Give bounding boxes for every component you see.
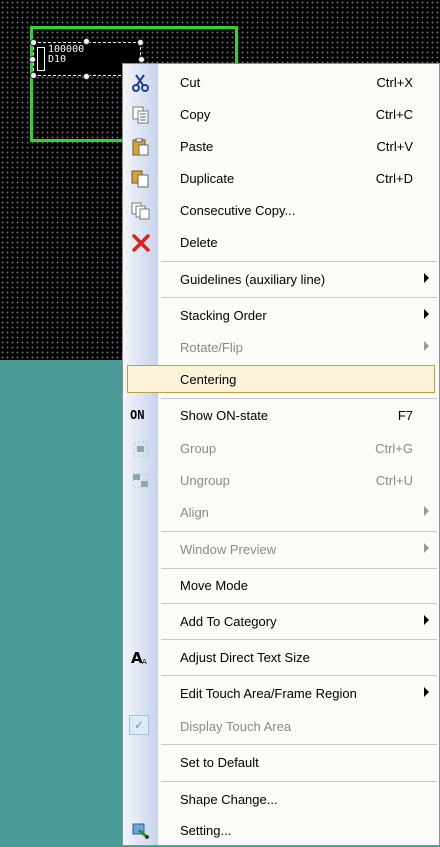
menu-separator <box>161 261 437 262</box>
menu-label: Group <box>180 441 217 456</box>
menu-label: Ungroup <box>180 473 230 488</box>
submenu-arrow-icon <box>424 687 429 697</box>
menu-separator <box>161 531 437 532</box>
menu-separator <box>161 297 437 298</box>
menu-item-window-preview[interactable]: Window Preview <box>123 534 439 566</box>
submenu-arrow-icon <box>424 543 429 553</box>
menu-shortcut: Ctrl+V <box>376 139 413 154</box>
resize-handle-bl[interactable] <box>30 72 37 79</box>
submenu-arrow-icon <box>424 506 429 516</box>
menu-label: Setting... <box>180 823 232 838</box>
menu-item-show-on-state[interactable]: ON Show ON-state F7 <box>123 400 439 432</box>
paste-icon <box>131 137 151 156</box>
menu-shortcut: Ctrl+D <box>375 171 413 186</box>
resize-handle-tm[interactable] <box>83 38 90 45</box>
submenu-arrow-icon <box>424 273 429 283</box>
context-menu: Cut Ctrl+X Copy Ctrl+C Paste Ctrl+V Dupl… <box>122 63 440 846</box>
menu-label: Move Mode <box>180 578 248 593</box>
menu-item-adjust-direct-text-size[interactable]: AA Adjust Direct Text Size <box>123 642 439 674</box>
text-size-icon: AA <box>131 649 151 667</box>
menu-item-edit-touch-area[interactable]: Edit Touch Area/Frame Region <box>123 678 439 710</box>
checkmark-icon: ✓ <box>129 715 149 735</box>
menu-label: Align <box>180 505 209 520</box>
resize-handle-tr[interactable] <box>137 39 144 46</box>
menu-item-ungroup[interactable]: Ungroup Ctrl+U <box>123 465 439 497</box>
group-icon <box>131 440 151 458</box>
menu-label: Show ON-state <box>180 408 269 423</box>
menu-label: Stacking Order <box>180 308 267 323</box>
menu-separator <box>161 639 437 640</box>
submenu-arrow-icon <box>424 615 429 625</box>
menu-item-delete[interactable]: Delete <box>123 227 439 259</box>
menu-separator <box>161 744 437 745</box>
resize-handle-ml[interactable] <box>29 56 36 63</box>
menu-label: Set to Default <box>180 755 259 770</box>
ungroup-icon <box>131 472 151 490</box>
svg-text:A: A <box>142 658 147 666</box>
menu-separator <box>161 568 437 569</box>
menu-label: Display Touch Area <box>180 719 292 734</box>
menu-item-display-touch-area[interactable]: ✓ Display Touch Area <box>123 711 439 743</box>
menu-separator <box>161 398 437 399</box>
menu-item-duplicate[interactable]: Duplicate Ctrl+D <box>123 163 439 195</box>
menu-shortcut: Ctrl+G <box>375 441 413 456</box>
menu-item-cut[interactable]: Cut Ctrl+X <box>123 67 439 99</box>
menu-item-add-to-category[interactable]: Add To Category <box>123 606 439 638</box>
menu-label: Paste <box>180 139 214 154</box>
menu-shortcut: Ctrl+X <box>376 75 413 90</box>
menu-item-group[interactable]: Group Ctrl+G <box>123 433 439 465</box>
resize-handle-mr[interactable] <box>138 56 145 63</box>
submenu-arrow-icon <box>424 341 429 351</box>
menu-label: Cut <box>180 75 201 90</box>
menu-label: Rotate/Flip <box>180 340 243 355</box>
menu-item-stacking-order[interactable]: Stacking Order <box>123 300 439 332</box>
menu-item-shape-change[interactable]: Shape Change... <box>123 784 439 816</box>
consecutive-copy-icon <box>131 202 151 220</box>
menu-label: Centering <box>180 372 237 387</box>
menu-label: Shape Change... <box>180 792 278 807</box>
submenu-arrow-icon <box>424 309 429 319</box>
menu-item-copy[interactable]: Copy Ctrl+C <box>123 99 439 131</box>
menu-item-rotate-flip[interactable]: Rotate/Flip <box>123 332 439 364</box>
menu-label: Add To Category <box>180 614 277 629</box>
menu-item-centering[interactable]: Centering <box>123 365 439 397</box>
menu-item-setting[interactable]: Setting... <box>123 815 439 847</box>
menu-label: Consecutive Copy... <box>180 203 296 218</box>
menu-item-paste[interactable]: Paste Ctrl+V <box>123 131 439 163</box>
menu-shortcut: Ctrl+C <box>375 107 413 122</box>
menu-shortcut: F7 <box>397 408 413 423</box>
menu-item-guidelines[interactable]: Guidelines (auxiliary line) <box>123 264 439 296</box>
menu-label: Delete <box>180 235 218 250</box>
resize-handle-tl[interactable] <box>30 39 37 46</box>
menu-label: Window Preview <box>180 542 277 557</box>
object-box-icon <box>37 47 45 71</box>
object-text: 100000 D10 <box>48 44 85 65</box>
menu-separator <box>161 603 437 604</box>
menu-item-consecutive-copy[interactable]: Consecutive Copy... <box>123 195 439 227</box>
menu-label: Copy <box>180 107 211 122</box>
copy-icon <box>131 106 151 124</box>
resize-handle-bm[interactable] <box>83 73 90 80</box>
duplicate-icon <box>131 170 151 188</box>
scissors-icon <box>131 74 151 92</box>
menu-item-move-mode[interactable]: Move Mode <box>123 570 439 602</box>
menu-shortcut: Ctrl+U <box>375 473 413 488</box>
on-state-icon: ON <box>130 408 145 422</box>
menu-item-set-to-default[interactable]: Set to Default <box>123 747 439 779</box>
menu-separator <box>161 781 437 782</box>
menu-label: Adjust Direct Text Size <box>180 650 310 665</box>
menu-label: Guidelines (auxiliary line) <box>180 272 326 287</box>
menu-label: Edit Touch Area/Frame Region <box>180 686 357 701</box>
menu-separator <box>161 675 437 676</box>
setting-icon <box>131 822 151 840</box>
delete-x-icon <box>131 234 151 252</box>
menu-item-align[interactable]: Align <box>123 497 439 529</box>
menu-highlight <box>127 365 435 393</box>
menu-label: Duplicate <box>180 171 235 186</box>
